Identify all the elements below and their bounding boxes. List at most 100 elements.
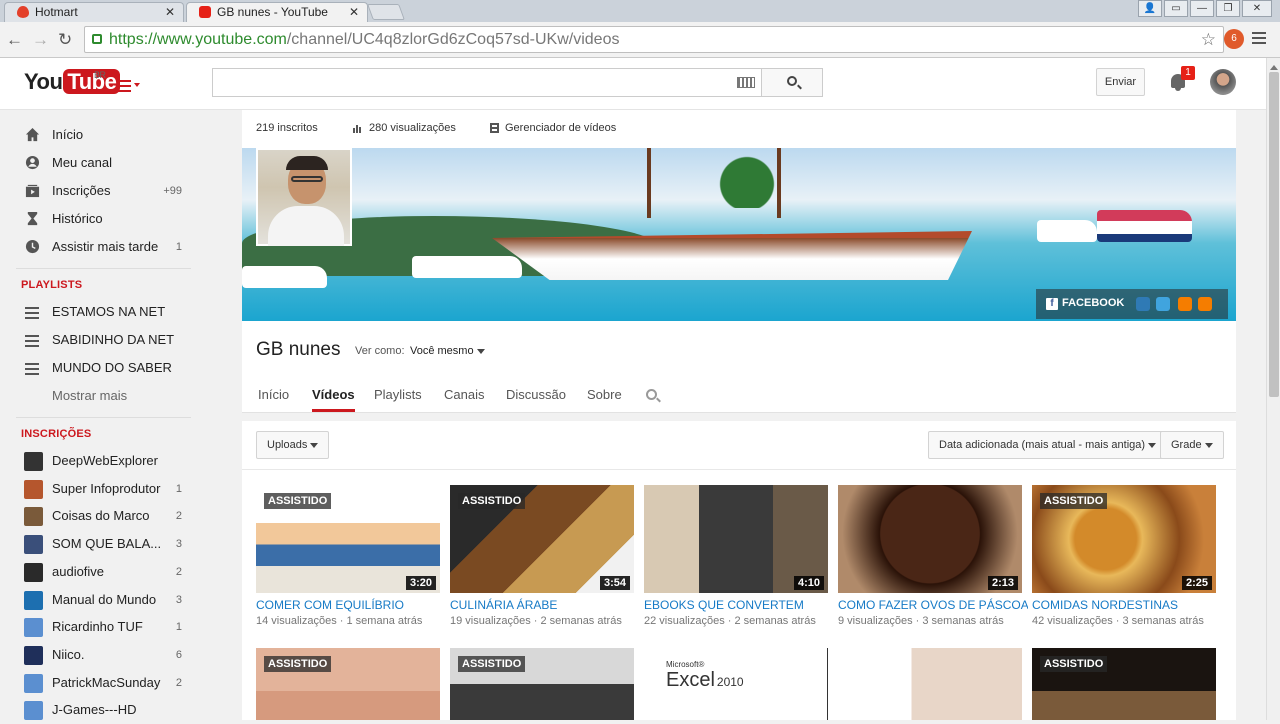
guide-item-my-channel[interactable]: Meu canal [0, 149, 200, 177]
guide-subscription-item[interactable]: SOM QUE BALA... 3 [0, 530, 200, 558]
guide-subscription-item[interactable]: Ricardinho TUF 1 [0, 613, 200, 641]
browser-menu-icon[interactable] [1252, 32, 1266, 47]
guide-item-watch-later[interactable]: Assistir mais tarde 1 [0, 233, 200, 261]
minimize-window-button[interactable]: — [1190, 0, 1214, 17]
search-input[interactable] [212, 68, 762, 97]
account-avatar[interactable] [1210, 69, 1236, 95]
video-card[interactable]: ASSISTIDO [1032, 648, 1216, 720]
youtube-logo[interactable]: You Tube BR [24, 69, 121, 95]
video-thumbnail[interactable]: 4:10 [644, 485, 828, 593]
video-thumbnail[interactable]: ASSISTIDO [256, 648, 440, 720]
close-tab-icon[interactable]: ✕ [349, 3, 359, 21]
cast-window-button[interactable]: ▭ [1164, 0, 1188, 17]
guide-subscription-item[interactable]: DeepWebExplorer [0, 447, 200, 475]
tab-about[interactable]: Sobre [587, 387, 622, 402]
channel-title[interactable]: GB nunes [256, 339, 341, 361]
video-title-link[interactable]: CULINÁRIA ÁRABE [450, 598, 640, 612]
subscriber-count[interactable]: 219 inscritos [256, 122, 318, 134]
watched-badge: ASSISTIDO [1040, 493, 1108, 509]
video-thumbnail[interactable]: ASSISTIDO 3:20 [256, 485, 440, 593]
tab-channels[interactable]: Canais [444, 387, 484, 402]
video-card[interactable]: 4:10 EBOOKS QUE CONVERTEM 22 visualizações… [644, 485, 828, 635]
subscriptions-heading[interactable]: INSCRIÇÕES [21, 428, 91, 440]
scroll-up-arrow-icon[interactable] [1270, 61, 1278, 70]
page-scrollbar[interactable] [1266, 58, 1280, 720]
video-card[interactable]: ASSISTIDO 2:25 COMIDAS NORDESTINAS 42 visua… [1032, 485, 1216, 635]
uploads-dropdown[interactable]: Uploads [256, 431, 330, 459]
guide-item-history[interactable]: Histórico [0, 205, 200, 233]
video-thumbnail[interactable]: ASSISTIDO 3:54 [450, 485, 634, 593]
tab-playlists[interactable]: Playlists [374, 387, 422, 402]
guide-subscription-item[interactable]: PatrickMacSunday 2 [0, 669, 200, 697]
guide-item-subscriptions[interactable]: Inscrições +99 [0, 177, 200, 205]
video-card[interactable] [838, 648, 1022, 720]
tab-discussion[interactable]: Discussão [506, 387, 566, 402]
guide-subscription-item[interactable]: Coisas do Marco 2 [0, 502, 200, 530]
video-card[interactable]: ASSISTIDO [256, 648, 440, 720]
guide-item-home[interactable]: Início [0, 121, 200, 149]
close-tab-icon[interactable]: ✕ [165, 3, 175, 21]
video-title-link[interactable]: COMO FAZER OVOS DE PÁSCOA [838, 598, 1028, 612]
guide-menu-icon[interactable] [118, 80, 140, 94]
address-bar-row: ← → ↻ https://www.youtube.com/channel/UC… [0, 22, 1280, 58]
blogger-icon[interactable] [1198, 297, 1212, 311]
channel-avatar[interactable] [256, 148, 352, 246]
guide-subscription-item[interactable]: Niico. 6 [0, 641, 200, 669]
reload-icon[interactable]: ↻ [58, 30, 72, 50]
blogger-icon[interactable] [1178, 297, 1192, 311]
video-age: 3 semanas atrás [922, 615, 1004, 627]
forward-arrow-icon[interactable]: → [32, 30, 49, 50]
guide-subscription-item[interactable]: Super Infoprodutor 1 [0, 475, 200, 503]
url-omnibox[interactable]: https://www.youtube.com/channel/UC4q8zlo… [84, 26, 1224, 53]
profile-window-button[interactable]: 👤 [1138, 0, 1162, 17]
twitter-icon[interactable] [1156, 297, 1170, 311]
extension-badge-icon[interactable]: 6 [1224, 29, 1244, 49]
view-as-dropdown[interactable]: Você mesmo [410, 345, 485, 357]
browser-tab-youtube[interactable]: GB nunes - YouTube ✕ [186, 2, 368, 22]
channel-search-icon[interactable] [646, 389, 657, 400]
restore-window-button[interactable]: ❐ [1216, 0, 1240, 17]
guide-subscription-item[interactable]: Manual do Mundo 3 [0, 586, 200, 614]
guide-playlist-item[interactable]: MUNDO DO SABER [0, 354, 200, 382]
video-thumbnail[interactable]: 2:13 [838, 485, 1022, 593]
show-more-link[interactable]: Mostrar mais [52, 388, 127, 403]
tab-videos[interactable]: Vídeos [312, 387, 355, 412]
browser-tab-hotmart[interactable]: Hotmart ✕ [4, 2, 184, 22]
view-count[interactable]: 280 visualizações [353, 122, 456, 134]
close-window-button[interactable]: ✕ [1242, 0, 1272, 17]
video-title-link[interactable]: COMER COM EQUILÍBRIO [256, 598, 446, 612]
view-mode-dropdown[interactable]: Grade [1160, 431, 1224, 459]
guide-playlist-item[interactable]: SABIDINHO DA NET [0, 326, 200, 354]
upload-button[interactable]: Enviar [1096, 68, 1145, 96]
video-thumbnail[interactable]: ASSISTIDO [1032, 648, 1216, 720]
video-card[interactable]: ASSISTIDO 3:54 CULINÁRIA ÁRABE 19 visualiza… [450, 485, 634, 635]
guide-item-label: Assistir mais tarde [52, 239, 159, 254]
back-arrow-icon[interactable]: ← [6, 30, 23, 50]
caret-down-icon [476, 348, 485, 358]
bookmark-star-icon[interactable]: ☆ [1201, 30, 1216, 50]
video-thumbnail[interactable]: Microsoft® Excel 2010 [644, 648, 828, 720]
search-button[interactable] [761, 68, 823, 97]
playlists-heading[interactable]: PLAYLISTS [21, 279, 82, 291]
video-thumbnail[interactable] [838, 648, 1022, 720]
scrollbar-thumb[interactable] [1269, 72, 1279, 397]
channel-thumbnail [24, 618, 43, 638]
guide-playlist-item[interactable]: ESTAMOS NA NET [0, 298, 200, 326]
new-tab-button[interactable] [367, 4, 405, 20]
facebook-link[interactable]: f FACEBOOK [1046, 297, 1124, 310]
video-card[interactable]: 2:13 COMO FAZER OVOS DE PÁSCOA 9 visualiza… [838, 485, 1028, 635]
video-manager-link[interactable]: Gerenciador de vídeos [490, 122, 616, 134]
tab-home[interactable]: Início [258, 387, 289, 402]
video-card[interactable]: Microsoft® Excel 2010 [644, 648, 828, 720]
video-thumbnail[interactable]: ASSISTIDO 2:25 [1032, 485, 1216, 593]
video-views: 42 visualizações [1032, 615, 1113, 627]
guide-subscription-item[interactable]: audiofive 2 [0, 558, 200, 586]
sort-dropdown[interactable]: Data adicionada (mais atual - mais antig… [928, 431, 1168, 459]
keyboard-icon[interactable] [737, 77, 755, 88]
video-title-link[interactable]: COMIDAS NORDESTINAS [1032, 598, 1222, 612]
video-thumbnail[interactable]: ASSISTIDO [450, 648, 634, 720]
video-card[interactable]: ASSISTIDO 3:20 COMER COM EQUILÍBRIO 14 visu… [256, 485, 440, 635]
video-card[interactable]: ASSISTIDO [450, 648, 634, 720]
video-title-link[interactable]: EBOOKS QUE CONVERTEM [644, 598, 834, 612]
linkedin-icon[interactable] [1136, 297, 1150, 311]
